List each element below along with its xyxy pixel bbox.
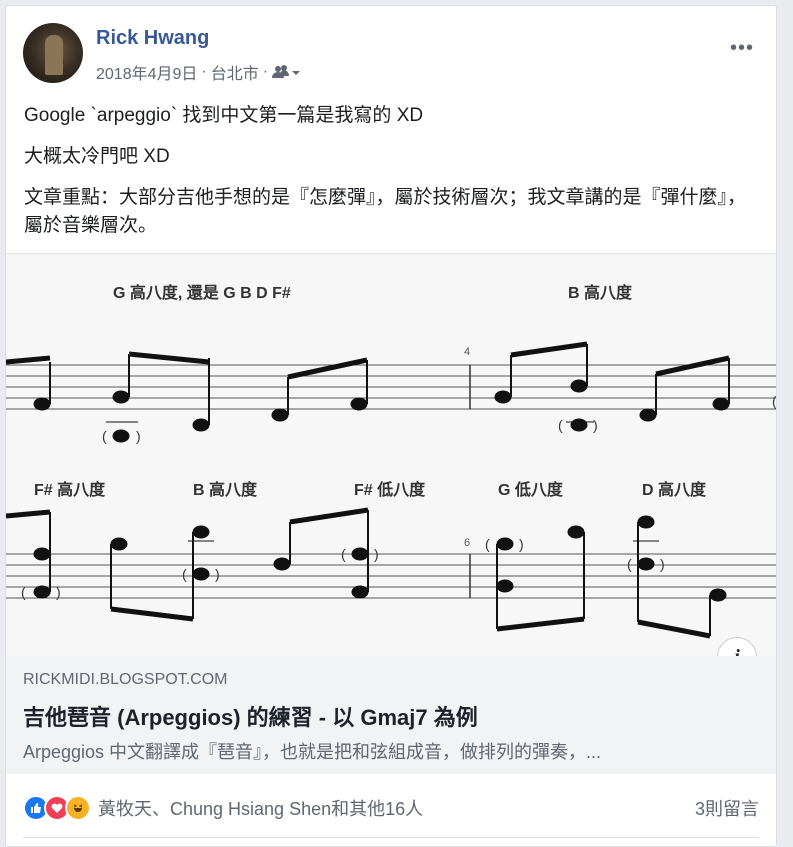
link-description: Arpeggios 中文翻譯成『琶音』，也就是把和弦組成音，做排列的彈奏，... (23, 742, 602, 762)
svg-text:): ) (374, 546, 379, 562)
notes-staff-2 (6, 507, 727, 639)
meta-separator: · (201, 63, 207, 80)
reaction-summary[interactable]: 黃牧天、Chung Hsiang Shen和其他16人 (98, 795, 423, 821)
post-text-line: Google `arpeggio` 找到中文第一篇是我寫的 XD (24, 105, 424, 126)
svg-text:): ) (56, 584, 61, 600)
chord-label: B 高八度 (193, 480, 258, 499)
post-footer: 黃牧天、Chung Hsiang Shen和其他16人 3則留言 (23, 790, 759, 826)
svg-text:(: ( (627, 556, 632, 572)
svg-text:): ) (215, 566, 220, 582)
parentheses: ( ) ( ) ( (102, 393, 776, 444)
post-header: Rick Hwang 2018年4月9日 · 台北市 · ••• (23, 23, 766, 83)
post-meta: 2018年4月9日 · 台北市 · (96, 60, 302, 84)
post-location[interactable]: 台北市 (211, 60, 259, 84)
notes-staff-1 (6, 341, 730, 443)
svg-text:(: ( (102, 428, 107, 444)
divider (23, 837, 759, 838)
meta-separator: · (262, 63, 269, 80)
avatar[interactable] (23, 23, 83, 83)
measure-number: 6 (464, 537, 470, 549)
sheet-music-image[interactable]: G 高八度, 還是 G B D F# B 高八度 4 () () F# 高八… (6, 253, 776, 657)
link-preview[interactable]: RICKMIDI.BLOGSPOT.COM 吉他琶音 (Arpeggios) 的… (6, 656, 776, 774)
chord-label: F# 低八度 (354, 480, 426, 499)
post-body: Google `arpeggio` 找到中文第一篇是我寫的 XD 大概太冷門吧 … (24, 102, 760, 253)
link-title[interactable]: 吉他琶音 (Arpeggios) 的練習 - 以 Gmaj7 為例 (23, 700, 478, 732)
svg-text:): ) (519, 536, 524, 552)
friends-icon[interactable] (272, 64, 302, 80)
haha-icon (65, 795, 91, 821)
svg-text:): ) (593, 417, 598, 433)
author-name[interactable]: Rick Hwang (96, 27, 209, 50)
svg-text:(: ( (558, 417, 563, 433)
svg-text:(: ( (485, 536, 490, 552)
post-text-line: 文章重點：大部分吉他手想的是『怎麼彈』，屬於技術層次；我文章講的是『彈什麼』，屬… (24, 187, 747, 236)
svg-text:(: ( (182, 566, 187, 582)
comment-count[interactable]: 3則留言 (695, 795, 759, 821)
measure-number: 4 (464, 346, 470, 358)
chord-label: G 高八度, 還是 G B D F# (113, 283, 291, 302)
reaction-icons[interactable] (23, 795, 91, 821)
chord-label: F# 高八度 (34, 480, 106, 499)
svg-text:(: ( (21, 584, 26, 600)
post-date[interactable]: 2018年4月9日 (96, 60, 197, 84)
post-text-line: 大概太冷門吧 XD (24, 146, 170, 167)
chord-label: D 高八度 (642, 480, 707, 499)
svg-text:(: ( (341, 546, 346, 562)
svg-text:): ) (660, 556, 665, 572)
svg-text:(: ( (772, 393, 776, 409)
chord-label: B 高八度 (568, 283, 633, 302)
link-domain: RICKMIDI.BLOGSPOT.COM (23, 671, 228, 688)
svg-text:): ) (136, 428, 141, 444)
chord-label: G 低八度 (498, 480, 564, 499)
post-card: Rick Hwang 2018年4月9日 · 台北市 · ••• Google … (5, 5, 777, 847)
more-options-icon[interactable]: ••• (730, 37, 754, 60)
